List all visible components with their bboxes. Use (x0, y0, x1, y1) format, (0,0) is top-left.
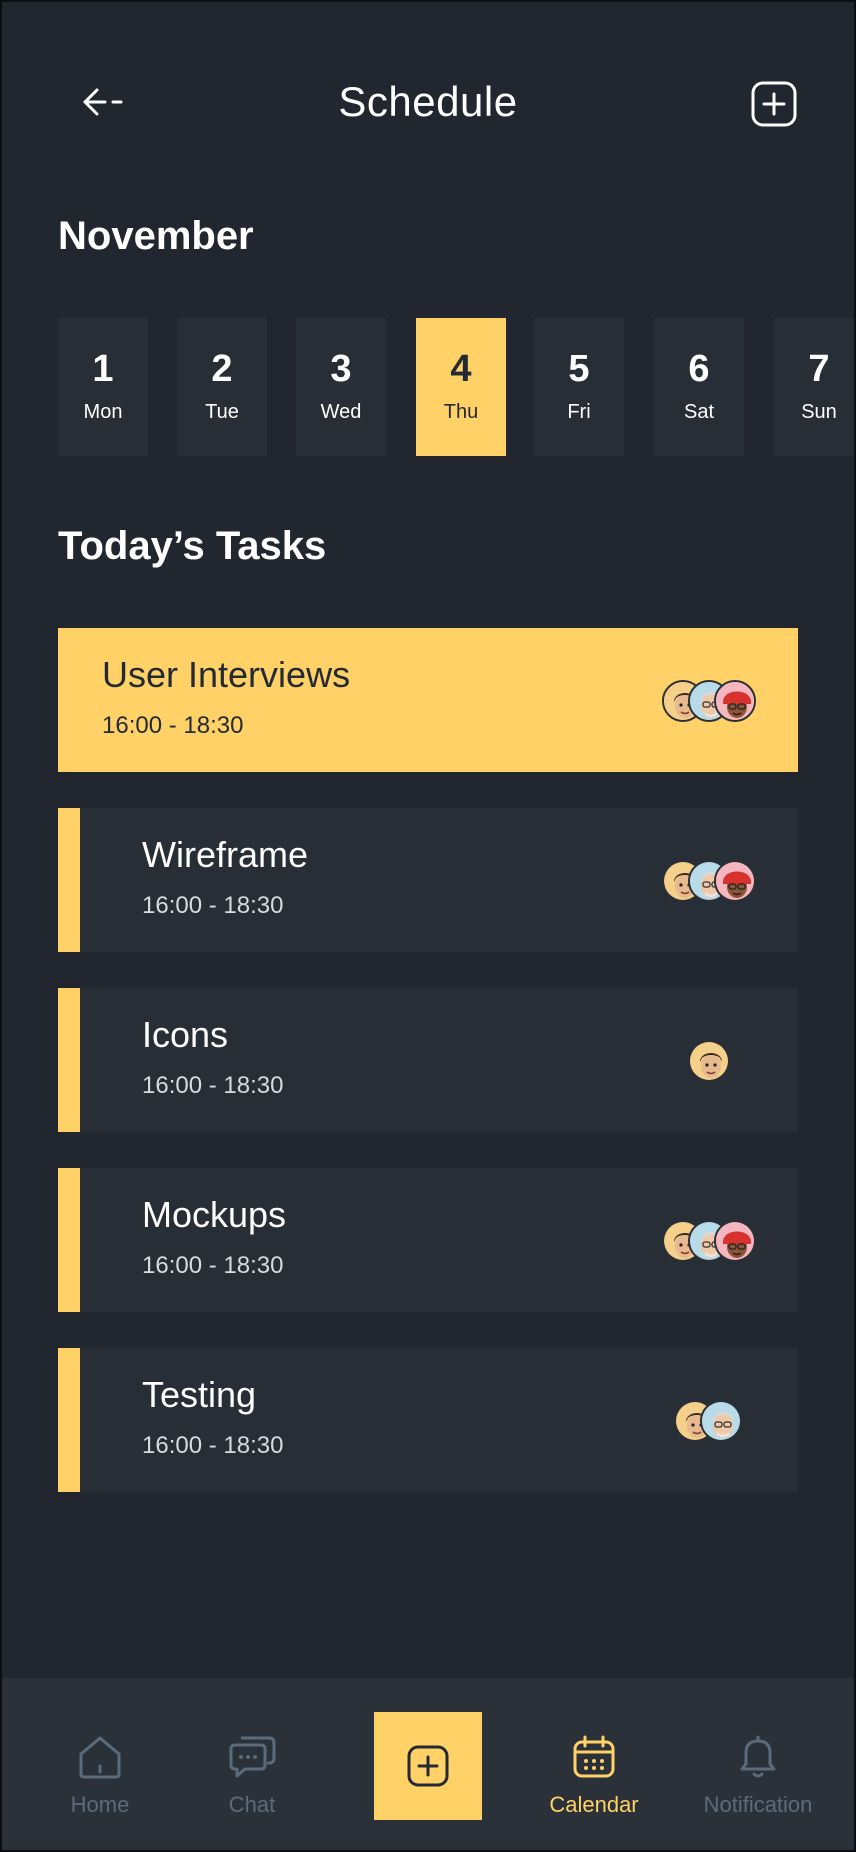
task-accent-bar (58, 808, 80, 952)
task-accent-bar (58, 988, 80, 1132)
task-title: Wireframe (142, 834, 309, 875)
nav-label: Chat (228, 1792, 276, 1817)
chat-icon (229, 1736, 276, 1778)
day-name: Sat (683, 401, 715, 423)
day-item[interactable]: 2 Tue (177, 318, 267, 456)
nav-item-notification[interactable]: Notification (688, 1734, 828, 1818)
day-item[interactable]: 6 Sat (654, 318, 744, 456)
header: Schedule (0, 0, 856, 210)
month-title: November (58, 214, 254, 258)
task-title: Testing (142, 1374, 257, 1415)
task-title: User Interviews (102, 654, 351, 695)
day-item[interactable]: 1 Mon (58, 318, 148, 456)
task-title: Icons (142, 1014, 229, 1055)
day-selector: 1 Mon 2 Tue 3 Wed 4 Thu 5 Fri 6 Sat 7 Su… (58, 318, 856, 456)
nav-label: Calendar (549, 1792, 639, 1817)
day-item[interactable]: 7 Sun (774, 318, 856, 456)
task-time: 16:00 - 18:30 (142, 1432, 284, 1459)
calendar-icon (573, 1735, 615, 1778)
task-time: 16:00 - 18:30 (142, 892, 284, 919)
task-time: 16:00 - 18:30 (142, 1252, 284, 1279)
task-title: Mockups (142, 1194, 287, 1235)
task-accent-bar (58, 1168, 80, 1312)
task-card-icons[interactable]: Icons 16:00 - 18:30 (58, 988, 798, 1132)
section-title: Today’s Tasks (58, 524, 327, 568)
avatar (714, 1220, 756, 1262)
task-time: 16:00 - 18:30 (142, 1072, 284, 1099)
avatar (700, 1400, 742, 1442)
avatar (714, 680, 756, 722)
nav-item-calendar[interactable]: Calendar (524, 1734, 664, 1818)
page-title: Schedule (338, 78, 518, 125)
plus-square-icon (407, 1745, 449, 1787)
day-number: 6 (688, 348, 710, 390)
day-number: 3 (330, 348, 352, 390)
home-icon (79, 1736, 121, 1779)
day-name: Tue (205, 401, 239, 423)
task-card-wireframe[interactable]: Wireframe 16:00 - 18:30 (58, 808, 798, 952)
add-schedule-button[interactable] (750, 80, 798, 128)
day-name: Wed (320, 401, 362, 423)
day-name: Mon (83, 401, 123, 423)
day-number: 5 (568, 348, 590, 390)
task-time: 16:00 - 18:30 (102, 712, 244, 739)
nav-label: Home (70, 1792, 130, 1817)
plus-square-icon (751, 81, 797, 127)
avatar (688, 1040, 730, 1082)
nav-label: Notification (703, 1792, 813, 1817)
day-item[interactable]: 5 Fri (534, 318, 624, 456)
day-name: Fri (567, 401, 591, 423)
add-task-button[interactable] (374, 1712, 482, 1820)
task-card-user-interviews[interactable]: User Interviews 16:00 - 18:30 (58, 628, 798, 772)
day-item[interactable]: 3 Wed (296, 318, 386, 456)
day-name: Sun (801, 401, 837, 423)
day-item-selected[interactable]: 4 Thu (416, 318, 506, 456)
day-number: 7 (808, 348, 830, 390)
avatar (714, 860, 756, 902)
day-number: 1 (92, 348, 114, 390)
day-name: Thu (443, 401, 479, 423)
bell-icon (740, 1735, 776, 1778)
nav-item-home[interactable]: Home (30, 1734, 170, 1818)
task-card-testing[interactable]: Testing 16:00 - 18:30 (58, 1348, 798, 1492)
day-number: 2 (211, 348, 233, 390)
bottom-navigation: Home Chat Calendar Notification (0, 1678, 856, 1852)
task-accent-bar (58, 1348, 80, 1492)
task-card-mockups[interactable]: Mockups 16:00 - 18:30 (58, 1168, 798, 1312)
nav-item-chat[interactable]: Chat (182, 1734, 322, 1818)
day-number: 4 (450, 348, 472, 390)
